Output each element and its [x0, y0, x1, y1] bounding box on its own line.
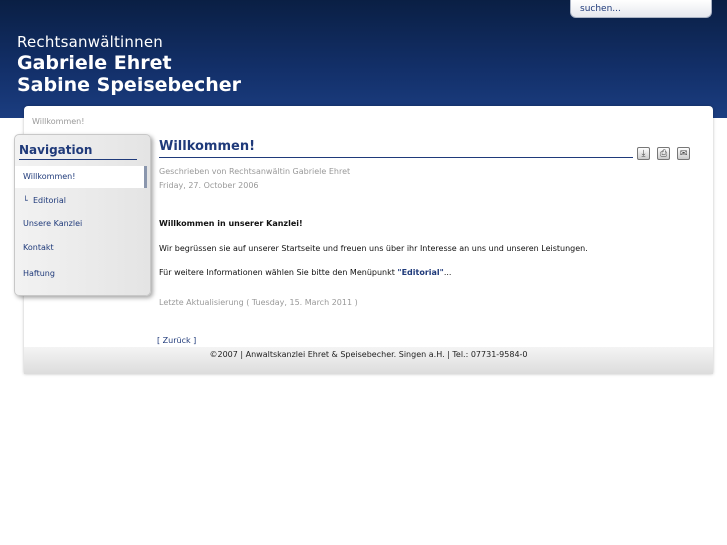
nav-item-label: Haftung [23, 269, 55, 278]
submenu-arrow-icon: └ [23, 196, 28, 205]
search-input[interactable]: suchen... [570, 0, 712, 18]
nav-item-editorial[interactable]: └ Editorial [15, 190, 147, 212]
paragraph-text: Für weitere Informationen wählen Sie bit… [159, 268, 398, 277]
nav-item-label: Editorial [33, 196, 67, 205]
breadcrumb: Willkommen! [32, 117, 85, 126]
site-title-line3: Sabine Speisebecher [17, 74, 242, 96]
pdf-icon[interactable]: ⤓ [637, 147, 650, 160]
article-date: Friday, 27. October 2006 [159, 181, 259, 190]
nav-item-kontakt[interactable]: Kontakt [15, 237, 147, 259]
nav-item-willkommen[interactable]: Willkommen! [15, 166, 147, 188]
print-icon[interactable]: ⎙ [657, 147, 671, 160]
page-title: Willkommen! [159, 139, 633, 158]
email-icon[interactable]: ✉ [677, 147, 691, 160]
nav-item-label: Kontakt [23, 243, 54, 252]
nav-item-label: Unsere Kanzlei [23, 219, 83, 228]
article-heading: Willkommen in unserer Kanzlei! [159, 219, 303, 228]
footer-text: ©2007 | Anwaltskanzlei Ehret & Speisebec… [209, 350, 528, 359]
paragraph-suffix: ... [443, 268, 452, 277]
site-header: suchen... Rechtsanwältinnen Gabriele Ehr… [0, 0, 727, 118]
article-heading-text: Willkommen in unserer Kanzlei! [159, 219, 303, 228]
site-title-line1: Rechtsanwältinnen [17, 33, 163, 51]
article-paragraph-2: Für weitere Informationen wählen Sie bit… [159, 268, 451, 277]
article-actions: ⤓ ⎙ ✉ [637, 141, 692, 160]
nav-item-label: Willkommen! [23, 172, 76, 181]
navigation-title: Navigation [19, 143, 137, 160]
nav-item-unsere-kanzlei[interactable]: Unsere Kanzlei [15, 213, 147, 235]
navigation-panel: Navigation Willkommen! └ Editorial Unsere… [14, 134, 151, 296]
site-title: Rechtsanwältinnen Gabriele Ehret Sabine … [17, 32, 241, 96]
last-updated: Letzte Aktualisierung ( Tuesday, 15. Mar… [159, 298, 358, 307]
back-link[interactable]: [ Zurück ] [157, 336, 196, 345]
site-title-line2: Gabriele Ehret [17, 52, 172, 74]
editorial-link[interactable]: "Editorial" [397, 268, 443, 277]
article-author: Geschrieben von Rechtsanwältin Gabriele … [159, 167, 351, 176]
article-paragraph: Wir begrüssen sie auf unserer Startseite… [159, 244, 588, 253]
nav-item-haftung[interactable]: Haftung [15, 263, 147, 285]
